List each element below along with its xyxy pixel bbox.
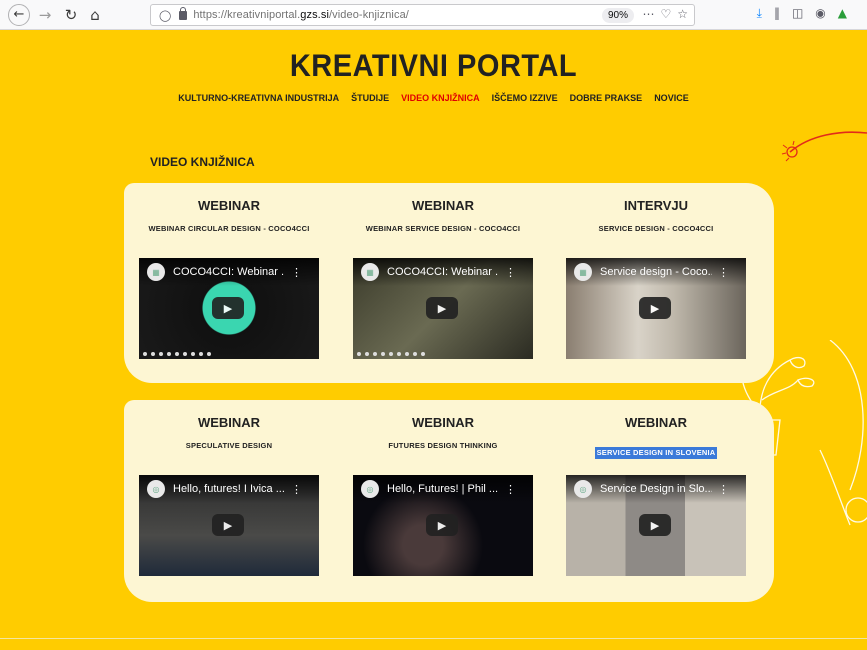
library-icon[interactable]: ‖ (774, 6, 780, 21)
account-icon[interactable]: ◉ (815, 6, 825, 21)
play-icon[interactable]: ▶ (426, 297, 458, 319)
site-title[interactable]: KREATIVNI PORTAL (0, 48, 867, 84)
play-icon[interactable]: ▶ (639, 297, 671, 319)
home-icon[interactable]: ⌂ (84, 4, 106, 26)
video-header: ◎ Hello, Futures! | Phil ... ⋮ (353, 475, 533, 503)
play-icon[interactable]: ▶ (426, 514, 458, 536)
video-participants (357, 352, 425, 356)
video-participants (143, 352, 211, 356)
browser-toolbar: ← → ↻ ⌂ ◯ https://kreativniportal.gzs.si… (0, 0, 867, 30)
more-options-icon[interactable]: ⋮ (718, 483, 729, 496)
lock-icon[interactable] (179, 6, 188, 20)
more-options-icon[interactable]: ⋮ (718, 266, 729, 279)
nav-item-novice[interactable]: NOVICE (654, 93, 689, 103)
main-nav: KULTURNO-KREATIVNA INDUSTRIJA ŠTUDIJE VI… (0, 93, 867, 103)
video-title[interactable]: Service design - Coco... (600, 266, 712, 278)
url-prefix: https://kreativniportal. (193, 9, 301, 21)
more-options-icon[interactable]: ⋮ (505, 483, 516, 496)
card-title[interactable]: WEBINAR SERVICE DESIGN - COCO4CCI (353, 224, 533, 236)
video-player-4[interactable]: ◎ Hello, futures! I Ivica ... ⋮ ▶ (139, 475, 319, 576)
video-header: ▦ COCO4CCI: Webinar ... ⋮ (353, 258, 533, 286)
download-icon[interactable]: ⤓ (757, 6, 762, 21)
channel-avatar-icon[interactable]: ◎ (361, 480, 379, 498)
card-title[interactable]: WEBINAR CIRCULAR DESIGN - COCO4CCI (139, 224, 319, 236)
video-title[interactable]: Service Design in Slo... (600, 483, 712, 495)
video-player-1[interactable]: ▦ COCO4CCI: Webinar ... ⋮ ▶ (139, 258, 319, 359)
shield-icon[interactable]: ◯ (159, 9, 171, 22)
channel-avatar-icon[interactable]: ▦ (147, 263, 165, 281)
video-card-1: WEBINAR WEBINAR CIRCULAR DESIGN - COCO4C… (139, 198, 319, 236)
nav-item-dobre-prakse[interactable]: DOBRE PRAKSE (570, 93, 643, 103)
video-card-4: WEBINAR SPECULATIVE DESIGN (139, 415, 319, 453)
video-card-2: WEBINAR WEBINAR SERVICE DESIGN - COCO4CC… (353, 198, 533, 236)
lightbulb-decoration-icon (781, 131, 867, 162)
play-icon[interactable]: ▶ (212, 514, 244, 536)
card-category: INTERVJU (623, 198, 689, 213)
card-title-wrap: SERVICE DESIGN IN SLOVENIA (566, 441, 746, 459)
video-header: ◎ Service Design in Slo... ⋮ (566, 475, 746, 503)
extension-icon[interactable]: ▲ (838, 6, 847, 21)
card-category: WEBINAR (197, 198, 261, 213)
channel-avatar-icon[interactable]: ▦ (361, 263, 379, 281)
url-bar[interactable]: ◯ https://kreativniportal.gzs.si/video-k… (150, 4, 695, 26)
video-player-6[interactable]: ◎ Service Design in Slo... ⋮ ▶ (566, 475, 746, 576)
url-text[interactable]: https://kreativniportal.gzs.si/video-knj… (193, 9, 409, 21)
video-title[interactable]: Hello, futures! I Ivica ... (173, 483, 285, 495)
pocket-icon[interactable]: ♡ (660, 7, 671, 21)
card-category: WEBINAR (197, 415, 261, 430)
nav-item-kulturno-kreativna-industrija[interactable]: KULTURNO-KREATIVNA INDUSTRIJA (178, 93, 339, 103)
video-title[interactable]: COCO4CCI: Webinar ... (173, 266, 285, 278)
video-player-3[interactable]: ▦ Service design - Coco... ⋮ ▶ (566, 258, 746, 359)
video-card-3: INTERVJU SERVICE DESIGN - COCO4CCI (566, 198, 746, 236)
card-title[interactable]: FUTURES DESIGN THINKING (353, 441, 533, 453)
forward-arrow-icon[interactable]: → (34, 4, 56, 26)
play-icon[interactable]: ▶ (212, 297, 244, 319)
video-card-6: WEBINAR SERVICE DESIGN IN SLOVENIA (566, 415, 746, 459)
bookmark-star-icon[interactable]: ☆ (677, 7, 688, 21)
channel-avatar-icon[interactable]: ◎ (574, 480, 592, 498)
video-card-5: WEBINAR FUTURES DESIGN THINKING (353, 415, 533, 453)
video-player-2[interactable]: ▦ COCO4CCI: Webinar ... ⋮ ▶ (353, 258, 533, 359)
back-arrow-icon[interactable]: ← (8, 3, 30, 26)
more-options-icon[interactable]: ⋮ (291, 483, 302, 496)
card-title[interactable]: SPECULATIVE DESIGN (139, 441, 319, 453)
url-actions: ⋯ ♡ ☆ (642, 7, 688, 21)
zoom-badge[interactable]: 90% (601, 8, 634, 23)
card-category: WEBINAR (411, 198, 475, 213)
play-icon[interactable]: ▶ (639, 514, 671, 536)
nav-item-iscemo-izzive[interactable]: IŠČEMO IZZIVE (492, 93, 558, 103)
nav-item-studije[interactable]: ŠTUDIJE (351, 93, 389, 103)
video-title[interactable]: Hello, Futures! | Phil ... (387, 483, 499, 495)
video-header: ◎ Hello, futures! I Ivica ... ⋮ (139, 475, 319, 503)
video-player-5[interactable]: ◎ Hello, Futures! | Phil ... ⋮ ▶ (353, 475, 533, 576)
channel-avatar-icon[interactable]: ▦ (574, 263, 592, 281)
sidebar-icon[interactable]: ◫ (792, 6, 803, 21)
video-header: ▦ Service design - Coco... ⋮ (566, 258, 746, 286)
section-title: VIDEO KNJIŽNICA (150, 155, 255, 169)
page-actions-icon[interactable]: ⋯ (642, 7, 654, 21)
card-title[interactable]: SERVICE DESIGN - COCO4CCI (566, 224, 746, 236)
url-path: /video-knjiznica/ (328, 9, 409, 21)
video-header: ▦ COCO4CCI: Webinar ... ⋮ (139, 258, 319, 286)
card-category: WEBINAR (624, 415, 688, 430)
more-options-icon[interactable]: ⋮ (291, 266, 302, 279)
card-title-selected[interactable]: SERVICE DESIGN IN SLOVENIA (594, 447, 718, 459)
card-category: WEBINAR (411, 415, 475, 430)
channel-avatar-icon[interactable]: ◎ (147, 480, 165, 498)
toolbar-right-icons: ⤓ ‖ ◫ ◉ ▲ (757, 6, 847, 21)
url-domain: gzs.si (300, 9, 329, 21)
footer-divider (0, 638, 867, 650)
reload-icon[interactable]: ↻ (60, 4, 82, 26)
nav-item-video-knjiznica[interactable]: VIDEO KNJIŽNICA (401, 93, 480, 103)
video-title[interactable]: COCO4CCI: Webinar ... (387, 266, 499, 278)
more-options-icon[interactable]: ⋮ (505, 266, 516, 279)
